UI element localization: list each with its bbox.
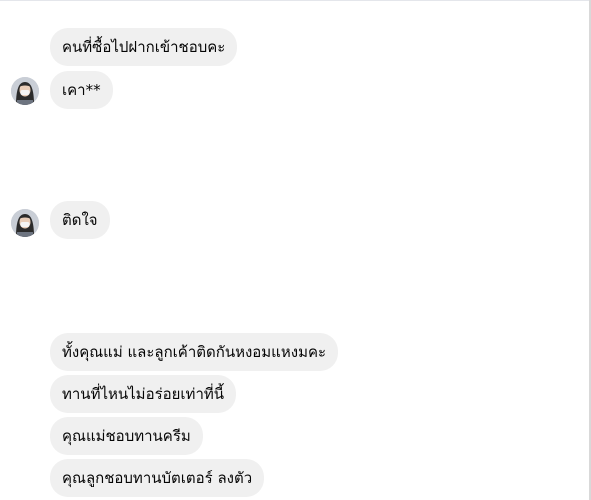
message-bubble[interactable]: คุณแม่ชอบทานครีม (50, 417, 203, 455)
message-bubble[interactable]: คนที่ซื้อไปฝากเข้าชอบคะ (50, 28, 238, 66)
message-bubble[interactable]: ทานที่ไหนไม่อร่อยเท่าที่นี้ (50, 375, 237, 413)
message-bubble[interactable]: ติดใจ (50, 201, 110, 239)
profile-photo (11, 209, 39, 237)
profile-photo (11, 77, 39, 105)
sender-avatar[interactable] (11, 209, 39, 237)
top-divider (0, 0, 591, 1)
sender-avatar[interactable] (11, 77, 39, 105)
message-bubble[interactable]: เคา** (50, 71, 113, 109)
message-bubble[interactable]: คุณลูกชอบทานบัตเตอร์ ลงตัว (50, 459, 265, 497)
message-bubble[interactable]: ทั้งคุณแม่ และลูกเค้าติดกันหงอมแหงมคะ (50, 333, 339, 371)
